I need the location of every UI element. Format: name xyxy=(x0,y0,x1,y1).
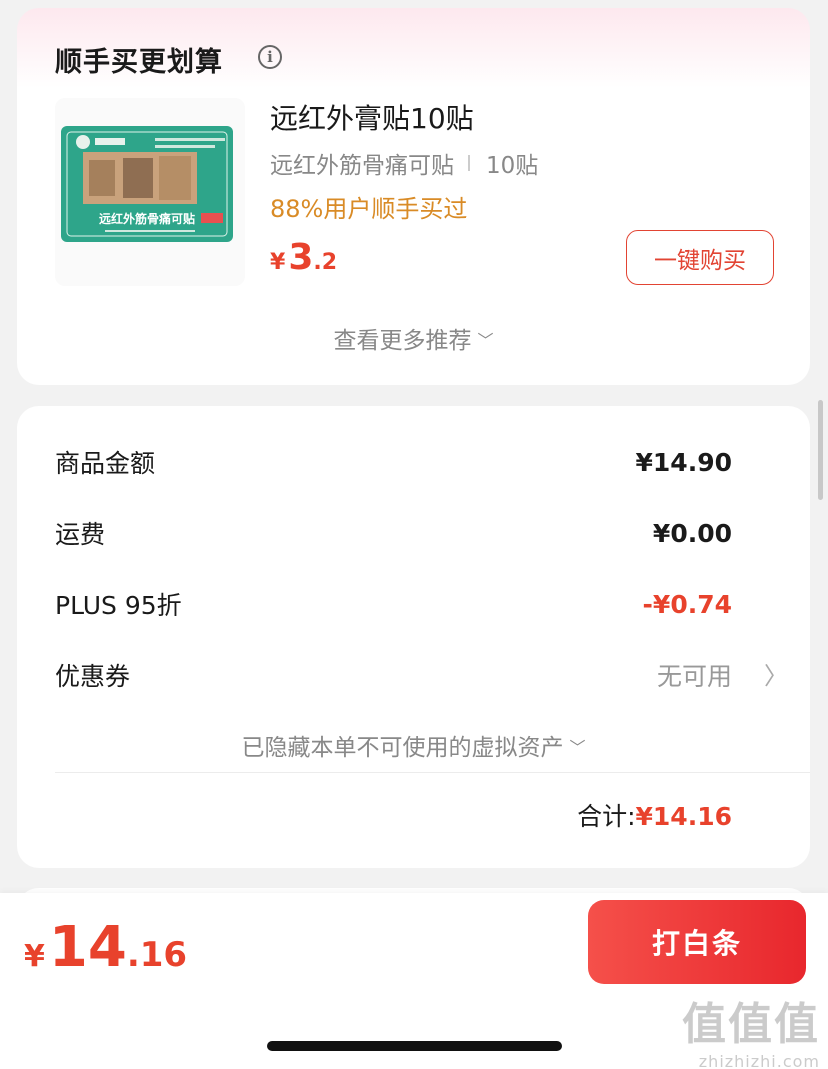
price-decimal: .2 xyxy=(313,250,338,275)
price-integer: 3 xyxy=(288,237,314,278)
more-recommendations-label: 查看更多推荐 xyxy=(333,328,472,354)
info-icon[interactable]: i xyxy=(258,45,282,69)
chevron-down-icon: ﹀ xyxy=(569,738,586,757)
goods-amount-label: 商品金额 xyxy=(55,449,156,478)
total-value: ¥14.16 xyxy=(635,802,732,831)
chevron-right-icon[interactable]: 〉 xyxy=(764,656,788,691)
shipping-label: 运费 xyxy=(55,520,106,549)
home-indicator[interactable] xyxy=(267,1041,562,1051)
coupon-label: 优惠券 xyxy=(55,662,131,691)
watermark-logo: 值值值 xyxy=(682,999,820,1050)
spec-count: 10贴 xyxy=(486,153,539,179)
pay-integer: 14 xyxy=(48,915,127,980)
shipping-value: ¥0.00 xyxy=(652,518,732,548)
goods-amount-value: ¥14.90 xyxy=(635,447,732,477)
summary-row-goods: 商品金额 ¥14.90 xyxy=(55,444,732,480)
summary-row-shipping: 运费 ¥0.00 xyxy=(55,515,732,551)
more-recommendations-link[interactable]: 查看更多推荐 ﹀ xyxy=(17,321,810,355)
patch-package-image: 远红外筋骨痛可贴 xyxy=(55,98,245,286)
product-spec: 远红外筋骨痛可贴 10贴 xyxy=(270,146,538,180)
pay-amount: ¥ 14 .16 xyxy=(24,915,187,980)
total-label: 合计: xyxy=(577,802,636,831)
plus-discount-value: -¥0.74 xyxy=(642,589,732,619)
watermark-url: zhizhizhi.com xyxy=(698,1052,820,1069)
pay-baitiao-button[interactable]: 打白条 xyxy=(588,900,806,984)
divider xyxy=(55,772,810,773)
product-price: ¥ 3 .2 xyxy=(270,237,337,278)
hidden-assets-label: 已隐藏本单不可使用的虚拟资产 xyxy=(241,735,564,761)
price-currency: ¥ xyxy=(270,250,286,275)
pay-currency: ¥ xyxy=(24,939,45,974)
chevron-down-icon: ﹀ xyxy=(477,331,494,350)
order-summary-card: 商品金额 ¥14.90 运费 ¥0.00 PLUS 95折 -¥0.74 优惠券… xyxy=(17,406,810,868)
hidden-assets-toggle[interactable]: 已隐藏本单不可使用的虚拟资产 ﹀ xyxy=(17,728,810,762)
purchase-rate-tag: 88%用户顺手买过 xyxy=(270,195,468,223)
checkout-bar: ¥ 14 .16 打白条 值值值 zhizhizhi.com xyxy=(0,893,828,1069)
coupon-value: 无可用 xyxy=(656,662,732,691)
scrollbar[interactable] xyxy=(818,400,823,500)
spec-divider xyxy=(468,155,470,171)
summary-row-plus-discount: PLUS 95折 -¥0.74 xyxy=(55,586,732,622)
bundle-card: 顺手买更划算 i 远红外筋骨痛可贴 远红外膏贴10贴 远红外筋骨痛可贴 10贴 … xyxy=(17,8,810,385)
order-total: 合计:¥14.16 xyxy=(577,797,732,833)
product-name[interactable]: 远红外膏贴10贴 xyxy=(270,97,474,137)
one-click-buy-button[interactable]: 一键购买 xyxy=(626,230,774,285)
thumb-label: 远红外筋骨痛可贴 xyxy=(99,211,195,226)
pay-decimal: .16 xyxy=(126,935,188,975)
bundle-title: 顺手买更划算 xyxy=(55,47,223,78)
watermark: 值值值 zhizhizhi.com xyxy=(682,988,820,1069)
summary-row-coupon[interactable]: 优惠券 无可用 xyxy=(55,657,732,693)
spec-name: 远红外筋骨痛可贴 xyxy=(270,153,454,179)
plus-discount-label: PLUS 95折 xyxy=(55,591,182,620)
product-thumbnail[interactable]: 远红外筋骨痛可贴 xyxy=(55,98,245,286)
